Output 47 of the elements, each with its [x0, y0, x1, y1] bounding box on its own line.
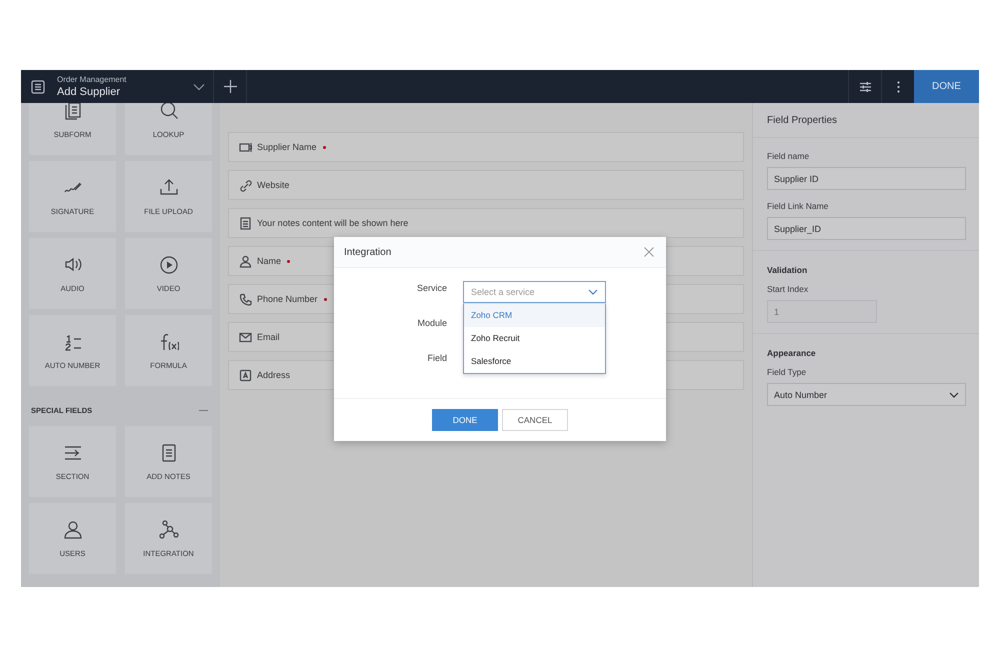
network-icon [158, 520, 178, 540]
link-icon [239, 178, 252, 192]
plus-icon[interactable] [224, 80, 236, 93]
sliders-icon[interactable] [860, 82, 870, 92]
app-name: Order Management [57, 74, 128, 84]
section-heading: Appearance [767, 348, 817, 358]
user-icon [239, 254, 252, 268]
formula-icon [158, 332, 178, 352]
form-field[interactable]: Website [228, 170, 744, 200]
field-label: Field Link Name [767, 201, 830, 211]
chevron-down-icon [949, 392, 959, 398]
field-label: Field name [767, 151, 810, 161]
address-icon [239, 368, 252, 382]
field-label: Field [427, 352, 447, 365]
field-label: Service [416, 282, 447, 295]
close-icon[interactable] [644, 247, 654, 257]
dialog-title: Integration [344, 246, 392, 258]
play-icon [158, 254, 178, 274]
form-field[interactable]: Supplier Name [228, 132, 744, 162]
search-icon [158, 103, 178, 120]
user-icon [62, 520, 82, 540]
done-button[interactable]: DONE [432, 409, 498, 431]
mail-icon [239, 330, 252, 344]
form-field[interactable]: Your notes content will be shown here [228, 208, 744, 238]
menu-item[interactable]: Zoho CRM [464, 304, 605, 327]
panel-title: Field Properties [753, 103, 979, 138]
cancel-button[interactable]: CANCEL [502, 409, 568, 431]
text-field-icon [239, 140, 252, 154]
input-field[interactable]: Supplier ID [767, 167, 966, 190]
field-label: Module [417, 317, 447, 330]
menu-item[interactable]: Salesforce [464, 350, 605, 373]
phone-icon [239, 292, 252, 306]
notes-icon [239, 216, 252, 230]
input-field[interactable]: Supplier_ID [767, 217, 966, 240]
form-icon [31, 80, 45, 94]
section-heading: Validation [767, 265, 808, 275]
chevron-down-icon[interactable] [193, 82, 205, 90]
dropdown[interactable]: Auto Number [767, 383, 966, 406]
form-name: Add Supplier [57, 84, 121, 98]
chevron-down-icon [588, 289, 598, 295]
more-icon[interactable] [896, 80, 900, 92]
field-label: Start Index [767, 284, 810, 294]
done-button[interactable]: DONE [914, 70, 979, 103]
field-label: Field Type [767, 367, 808, 377]
menu-item[interactable]: Zoho Recruit [464, 327, 605, 350]
upload-icon [158, 178, 178, 198]
subform-icon [62, 103, 82, 120]
